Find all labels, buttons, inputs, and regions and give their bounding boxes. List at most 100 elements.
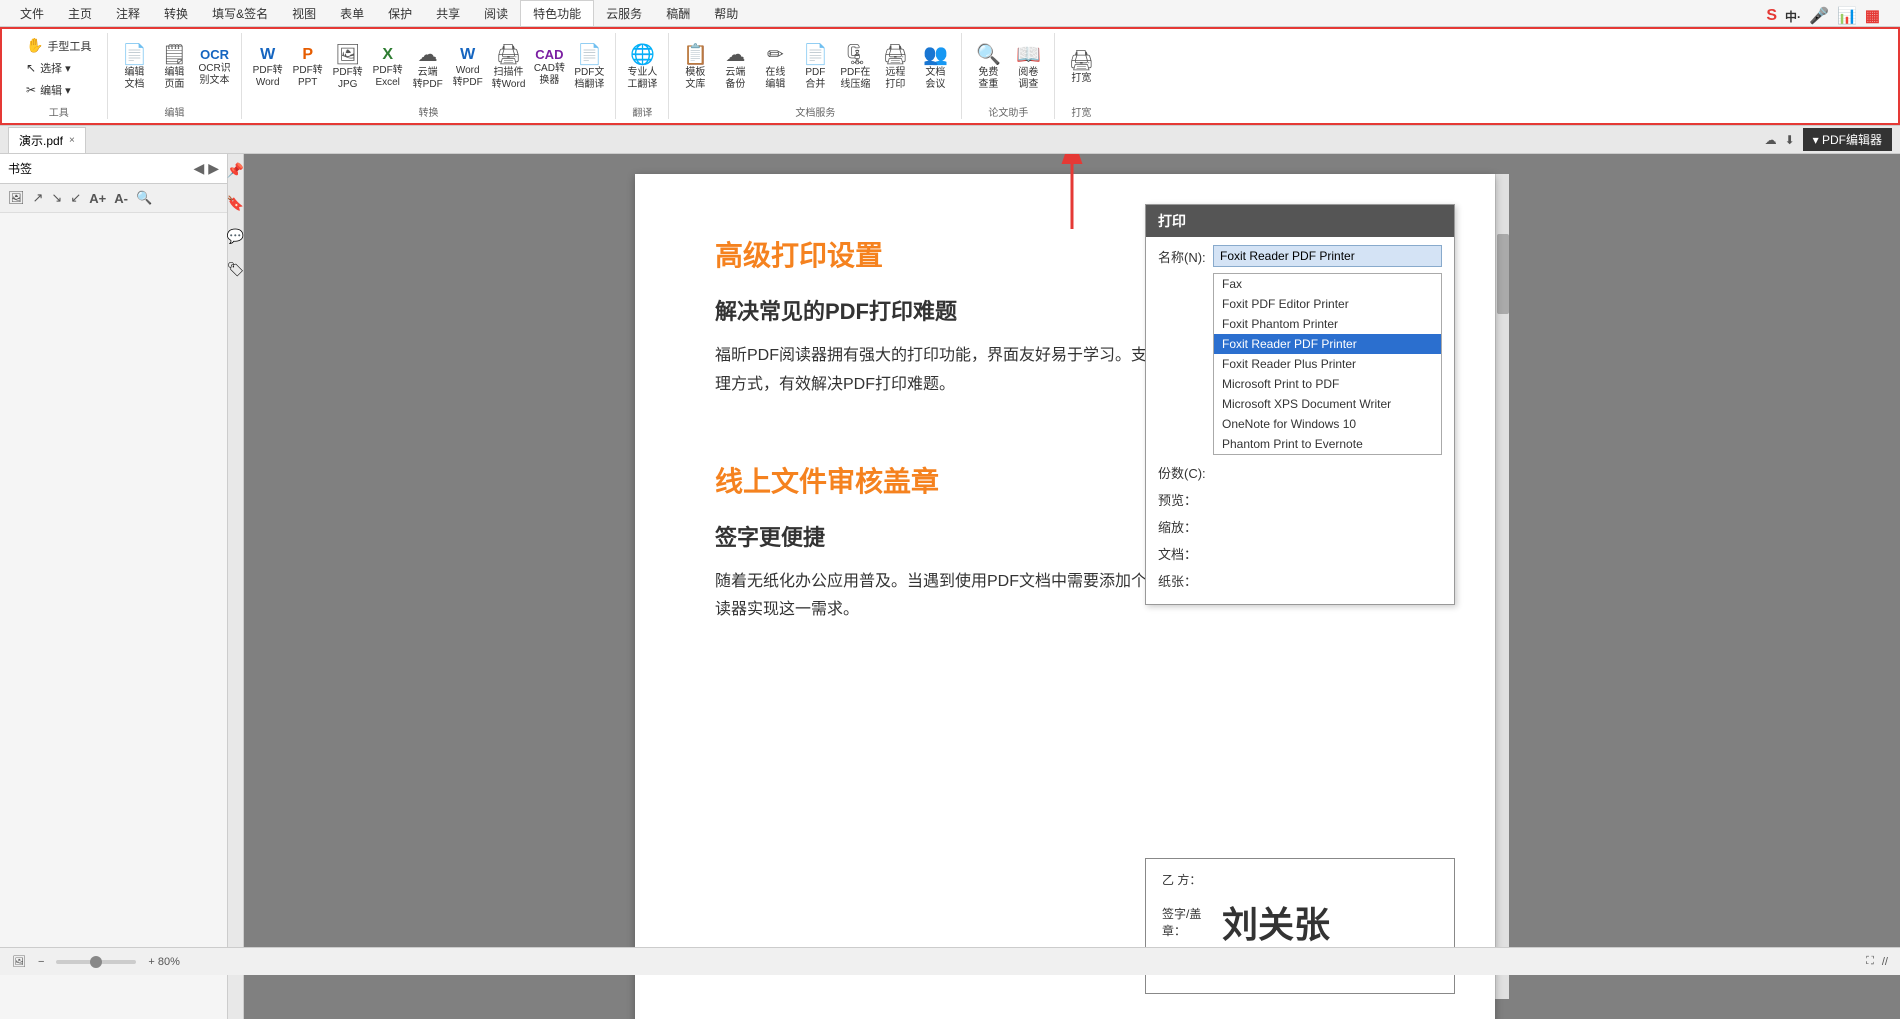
cad-converter-btn[interactable]: CAD CAD转换器 bbox=[529, 46, 569, 89]
toolbar-group-paper: 🔍 免费查重 📖 阅卷调查 论文助手 bbox=[962, 33, 1055, 119]
panel-icon-1[interactable]: 📌 bbox=[227, 162, 244, 179]
tab-cloud[interactable]: 云服务 bbox=[594, 1, 654, 26]
online-edit-btn[interactable]: ✏ 在线编辑 bbox=[755, 43, 795, 93]
tab-file[interactable]: 文件 bbox=[8, 1, 56, 26]
printer-item-foxit-plus[interactable]: Foxit Reader Plus Printer bbox=[1214, 354, 1441, 374]
pdf-to-excel-btn[interactable]: X PDF转Excel bbox=[368, 45, 408, 91]
tab-read[interactable]: 阅读 bbox=[472, 1, 520, 26]
free-check-btn[interactable]: 🔍 免费查重 bbox=[968, 43, 1008, 93]
remote-print-btn[interactable]: 🖨 远程打印 bbox=[875, 43, 915, 93]
sidebar-title: 书签 bbox=[8, 160, 32, 177]
toolbar-group-tools: ✋ 手型工具 ↖ 选择 ▾ ✂ 编辑 ▾ 工具 bbox=[10, 33, 108, 119]
cloud-backup-icon: ☁ bbox=[725, 45, 745, 65]
edit-mode-btn[interactable]: ✂ 编辑 ▾ bbox=[22, 80, 95, 100]
tab-view[interactable]: 视图 bbox=[280, 1, 328, 26]
printer-item-ms-pdf[interactable]: Microsoft Print to PDF bbox=[1214, 374, 1441, 394]
sidebar-controls: ◀ ▶ bbox=[193, 160, 219, 177]
sidebar-next-btn[interactable]: ▶ bbox=[208, 160, 219, 177]
panel-icon-2[interactable]: 🔖 bbox=[227, 195, 244, 212]
pdf-merge-btn[interactable]: 📄 PDF合并 bbox=[795, 43, 835, 93]
toolbar-group-edit: 📄 编辑文档 🗒 编辑页面 OCR OCR识别文本 编辑 bbox=[108, 33, 241, 119]
cad-label: CAD转换器 bbox=[534, 63, 565, 87]
docsvc-group-label: 文档服务 bbox=[795, 102, 835, 119]
resize-icon: // bbox=[1882, 956, 1888, 968]
ribbon: 文件 主页 注释 转换 填写&签名 视图 表单 保护 共享 阅读 特色功能 云服… bbox=[0, 0, 1900, 126]
scrollbar-thumb[interactable] bbox=[1497, 234, 1509, 314]
word-to-pdf-btn[interactable]: W Word转PDF bbox=[448, 45, 488, 91]
tab-special[interactable]: 特色功能 bbox=[520, 0, 594, 26]
doc-meeting-btn[interactable]: 👥 文档会议 bbox=[915, 43, 955, 93]
tab-convert[interactable]: 转换 bbox=[152, 1, 200, 26]
reading-assist-btn[interactable]: 📖 阅卷调查 bbox=[1008, 43, 1048, 93]
edit-doc-btn[interactable]: 📄 编辑文档 bbox=[114, 43, 154, 93]
panel-icon-4[interactable]: 🏷 bbox=[227, 261, 245, 278]
sidebar-search-btn[interactable]: 🔍 bbox=[134, 188, 154, 208]
cloud-backup-btn[interactable]: ☁ 云端备份 bbox=[715, 43, 755, 93]
scan-to-word-btn[interactable]: 🖨 扫描件转Word bbox=[488, 43, 530, 93]
zoom-slider[interactable] bbox=[56, 960, 136, 964]
remote-print-icon: 🖨 bbox=[883, 45, 908, 65]
cloud-to-pdf-btn[interactable]: ☁ 云端转PDF bbox=[408, 43, 448, 93]
printer-item-onenote[interactable]: OneNote for Windows 10 bbox=[1214, 414, 1441, 434]
print-doc-row: 文档： bbox=[1158, 542, 1442, 563]
tab-share[interactable]: 共享 bbox=[424, 1, 472, 26]
edit-page-btn[interactable]: 🗒 编辑页面 bbox=[154, 43, 194, 93]
arrow-indicator bbox=[1042, 154, 1102, 234]
sidebar-arrow-up-btn[interactable]: ↗ bbox=[31, 188, 46, 208]
pdf-to-jpg-btn[interactable]: 🖼 PDF转JPG bbox=[328, 43, 368, 93]
printer-item-evernote[interactable]: Phantom Print to Evernote bbox=[1214, 434, 1441, 454]
select-tool-btn[interactable]: ↖ 选择 ▾ bbox=[22, 58, 95, 78]
ocr-label: OCR识别文本 bbox=[198, 63, 230, 87]
tab-help[interactable]: 帮助 bbox=[702, 1, 750, 26]
ocr-icon: OCR bbox=[200, 48, 229, 61]
printer-item-phantom[interactable]: Foxit Phantom Printer bbox=[1214, 314, 1441, 334]
pdf-editor-btn[interactable]: ▾ PDF编辑器 bbox=[1803, 128, 1892, 151]
tab-comment[interactable]: 注释 bbox=[104, 1, 152, 26]
fullscreen-btn[interactable]: ⛶ bbox=[1866, 955, 1874, 968]
tab-protect[interactable]: 保护 bbox=[376, 1, 424, 26]
close-tab-btn[interactable]: × bbox=[69, 135, 75, 146]
panel-icon-3[interactable]: 💬 bbox=[227, 228, 244, 245]
printer-item-fax[interactable]: Fax bbox=[1214, 274, 1441, 294]
printer-item-foxit-reader[interactable]: Foxit Reader PDF Printer bbox=[1214, 334, 1441, 354]
tab-form[interactable]: 填写&签名 bbox=[200, 1, 280, 26]
pdf-translate-btn[interactable]: 📄 PDF文档翻译 bbox=[569, 43, 609, 93]
sidebar-font-down-btn[interactable]: A- bbox=[112, 189, 130, 208]
toolbar-group-convert: W PDF转Word P PDF转PPT 🖼 PDF转JPG X PDF转Exc… bbox=[242, 33, 617, 119]
translate-icon: 📄 bbox=[577, 45, 602, 65]
edit-page-icon: 🗒 bbox=[162, 45, 187, 65]
sidebar-prev-btn[interactable]: ◀ bbox=[193, 160, 204, 177]
right-scrollbar[interactable] bbox=[1495, 174, 1509, 999]
tool-items: ✋ 手型工具 ↖ 选择 ▾ ✂ 编辑 ▾ bbox=[16, 33, 101, 102]
edit-icon: ✂ bbox=[26, 83, 36, 97]
sidebar-arrow-left-btn[interactable]: ↙ bbox=[68, 188, 83, 208]
doc-tab[interactable]: 演示.pdf × bbox=[8, 127, 86, 153]
cloud-icon: ☁ bbox=[1765, 133, 1777, 147]
hand-tool-btn[interactable]: ✋ 手型工具 bbox=[22, 35, 95, 56]
tab-home[interactable]: 主页 bbox=[56, 1, 104, 26]
sidebar-arrow-down-btn[interactable]: ↘ bbox=[49, 188, 64, 208]
sidebar-img-btn[interactable]: 🖼 bbox=[6, 188, 27, 208]
sig-name-row: 签字/盖章： 刘关张 bbox=[1162, 896, 1438, 948]
sidebar-header: 书签 ◀ ▶ bbox=[0, 154, 227, 184]
tab-royalty[interactable]: 稿酬 bbox=[654, 1, 702, 26]
reading-icon: 📖 bbox=[1016, 45, 1041, 65]
print-name-input[interactable]: Foxit Reader PDF Printer bbox=[1213, 245, 1442, 267]
sidebar-font-up-btn[interactable]: A+ bbox=[87, 189, 108, 208]
printer-item-foxit-editor[interactable]: Foxit PDF Editor Printer bbox=[1214, 294, 1441, 314]
paper-label: 纸张： bbox=[1158, 569, 1213, 590]
edit-group-label: 编辑 bbox=[165, 102, 185, 119]
printer-item-ms-xps[interactable]: Microsoft XPS Document Writer bbox=[1214, 394, 1441, 414]
pdf-compress-btn[interactable]: 🗜 PDF在线压缩 bbox=[835, 43, 875, 93]
pdf-to-word-btn[interactable]: W PDF转Word bbox=[248, 45, 288, 91]
print-wide-btn[interactable]: 🖨 打宽 bbox=[1061, 49, 1101, 87]
pdf-to-ppt-btn[interactable]: P PDF转PPT bbox=[288, 45, 328, 91]
trans-items: 🌐 专业人工翻译 bbox=[622, 33, 662, 102]
ocr-btn[interactable]: OCR OCR识别文本 bbox=[194, 46, 234, 89]
zoom-minus-btn[interactable]: − bbox=[38, 956, 44, 968]
template-lib-btn[interactable]: 📋 模板文库 bbox=[675, 43, 715, 93]
left-tool-group: ✋ 手型工具 ↖ 选择 ▾ ✂ 编辑 ▾ bbox=[16, 33, 101, 102]
scan-icon: 🖨 bbox=[496, 45, 521, 65]
tab-forms[interactable]: 表单 bbox=[328, 1, 376, 26]
pro-translate-btn[interactable]: 🌐 专业人工翻译 bbox=[622, 43, 662, 93]
